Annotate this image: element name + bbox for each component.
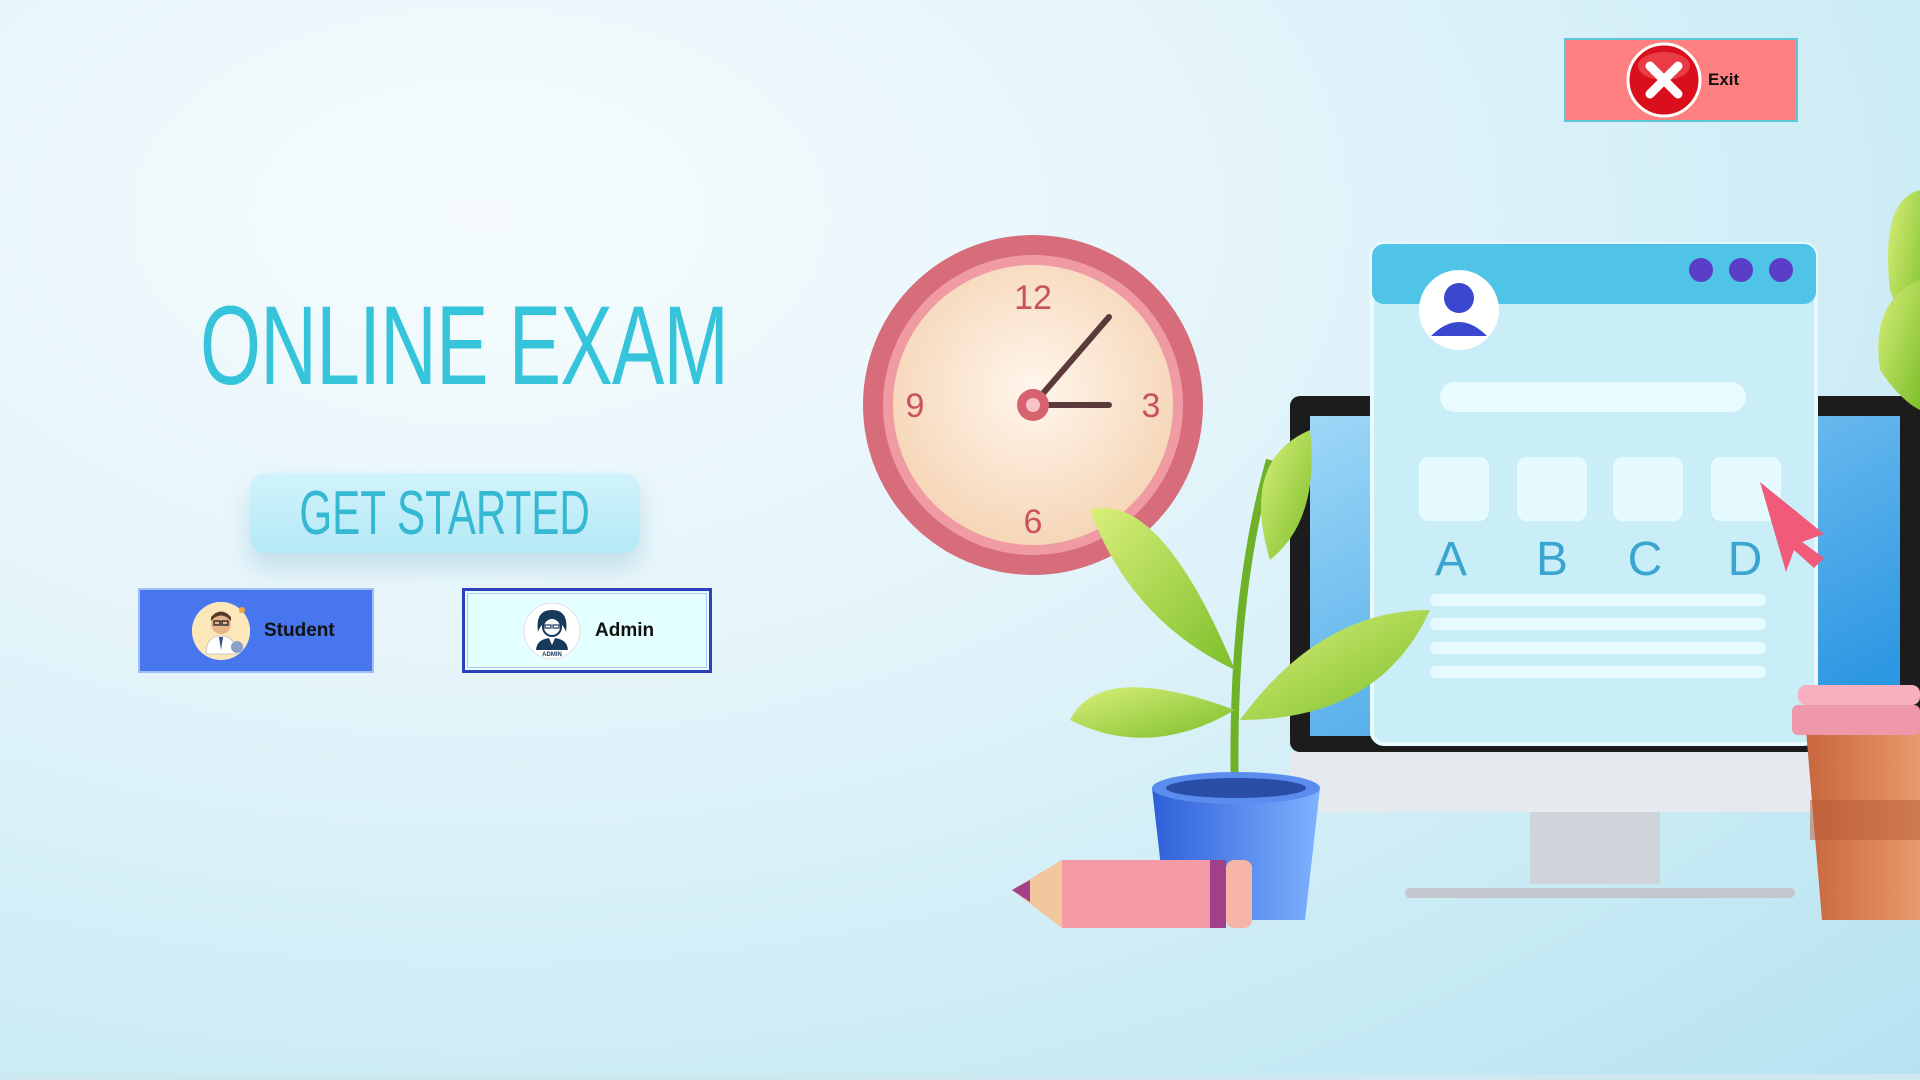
leaf-decoration-2	[1878, 280, 1920, 410]
admin-badge-text: ADMIN	[542, 652, 562, 658]
exam-window-illustration: A B C D	[1370, 242, 1824, 746]
exam-illustration: A B C D 12 3 6 9	[863, 190, 1920, 928]
get-started-label: GET STARTED	[299, 478, 591, 548]
admin-button[interactable]: ADMIN Admin	[462, 588, 712, 673]
clock-number-3: 3	[1142, 387, 1161, 425]
clock-number-9: 9	[906, 387, 925, 425]
bottom-strip	[0, 1074, 1920, 1080]
admin-label: Admin	[595, 619, 655, 641]
clock-illustration: 12 3 6 9	[863, 235, 1203, 575]
option-d: D	[1728, 533, 1763, 586]
option-c: C	[1628, 533, 1663, 586]
page-title: ONLINE EXAM	[200, 283, 729, 408]
close-icon	[1626, 42, 1702, 118]
exit-label: Exit	[1708, 70, 1740, 89]
student-button[interactable]: Student	[138, 588, 374, 673]
get-started-button[interactable]: GET STARTED	[250, 473, 640, 553]
option-a: A	[1435, 533, 1467, 586]
student-label: Student	[264, 619, 335, 641]
exit-button[interactable]: Exit	[1564, 38, 1798, 122]
student-avatar-icon	[192, 601, 250, 660]
option-b: B	[1536, 533, 1568, 586]
coffee-cup-illustration	[1792, 685, 1920, 920]
clock-number-12: 12	[1014, 279, 1052, 317]
admin-avatar-icon: ADMIN	[523, 601, 581, 660]
clock-number-6: 6	[1024, 503, 1043, 541]
pencil-illustration	[1012, 860, 1252, 928]
